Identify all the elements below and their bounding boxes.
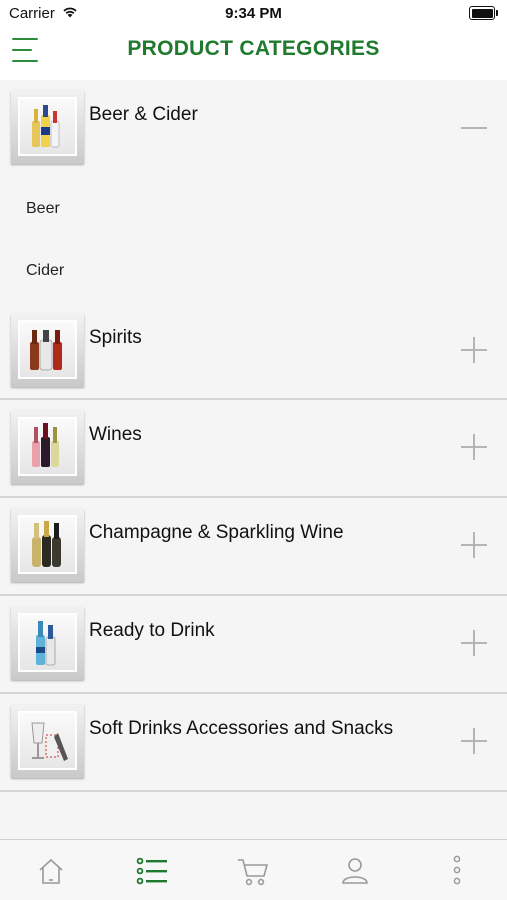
nav-bar: PRODUCT CATEGORIES: [0, 28, 507, 80]
expand-plus-icon[interactable]: [461, 630, 487, 656]
subcategory-beer[interactable]: Beer: [0, 176, 507, 242]
category-row-soft-drinks-accessories[interactable]: Soft Drinks Accessories and Snacks: [0, 694, 507, 792]
expand-plus-icon[interactable]: [461, 728, 487, 754]
status-time: 9:34 PM: [225, 5, 282, 22]
champagne-bottles-image: [11, 509, 84, 582]
expand-plus-icon[interactable]: [461, 337, 487, 363]
accessories-image: [11, 705, 84, 778]
more-icon[interactable]: [440, 854, 474, 888]
status-bar: Carrier 9:34 PM: [0, 0, 507, 28]
battery-icon: [469, 6, 498, 20]
cart-icon[interactable]: [236, 854, 270, 888]
category-row-wines[interactable]: Wines: [0, 400, 507, 498]
category-label: Ready to Drink: [89, 620, 215, 641]
category-label: Soft Drinks Accessories and Snacks: [89, 718, 394, 739]
subcategory-label: Beer: [26, 200, 60, 217]
rtd-bottles-image: [11, 607, 84, 680]
categories-list-icon[interactable]: [135, 854, 169, 888]
category-label: Champagne & Sparkling Wine: [89, 522, 344, 543]
account-icon[interactable]: [338, 854, 372, 888]
wine-bottles-image: [11, 411, 84, 484]
page-title: PRODUCT CATEGORIES: [127, 37, 380, 60]
beer-bottles-image: [11, 91, 84, 164]
category-row-beer-cider[interactable]: Beer & Cider: [0, 80, 507, 176]
home-icon[interactable]: [34, 854, 68, 888]
category-label: Wines: [89, 424, 142, 445]
subcategory-cider[interactable]: Cider: [0, 242, 507, 303]
category-row-champagne[interactable]: Champagne & Sparkling Wine: [0, 498, 507, 596]
category-row-ready-to-drink[interactable]: Ready to Drink: [0, 596, 507, 694]
spirits-bottles-image: [11, 314, 84, 387]
category-label: Beer & Cider: [89, 104, 198, 125]
category-label: Spirits: [89, 327, 142, 348]
collapse-minus-icon[interactable]: [461, 115, 487, 141]
tab-bar: [0, 839, 507, 900]
expand-plus-icon[interactable]: [461, 434, 487, 460]
category-row-spirits[interactable]: Spirits: [0, 303, 507, 400]
subcategory-label: Cider: [26, 262, 65, 279]
expand-plus-icon[interactable]: [461, 532, 487, 558]
category-list[interactable]: Beer & Cider Beer Cider Spirits Wines Ch…: [0, 80, 507, 839]
